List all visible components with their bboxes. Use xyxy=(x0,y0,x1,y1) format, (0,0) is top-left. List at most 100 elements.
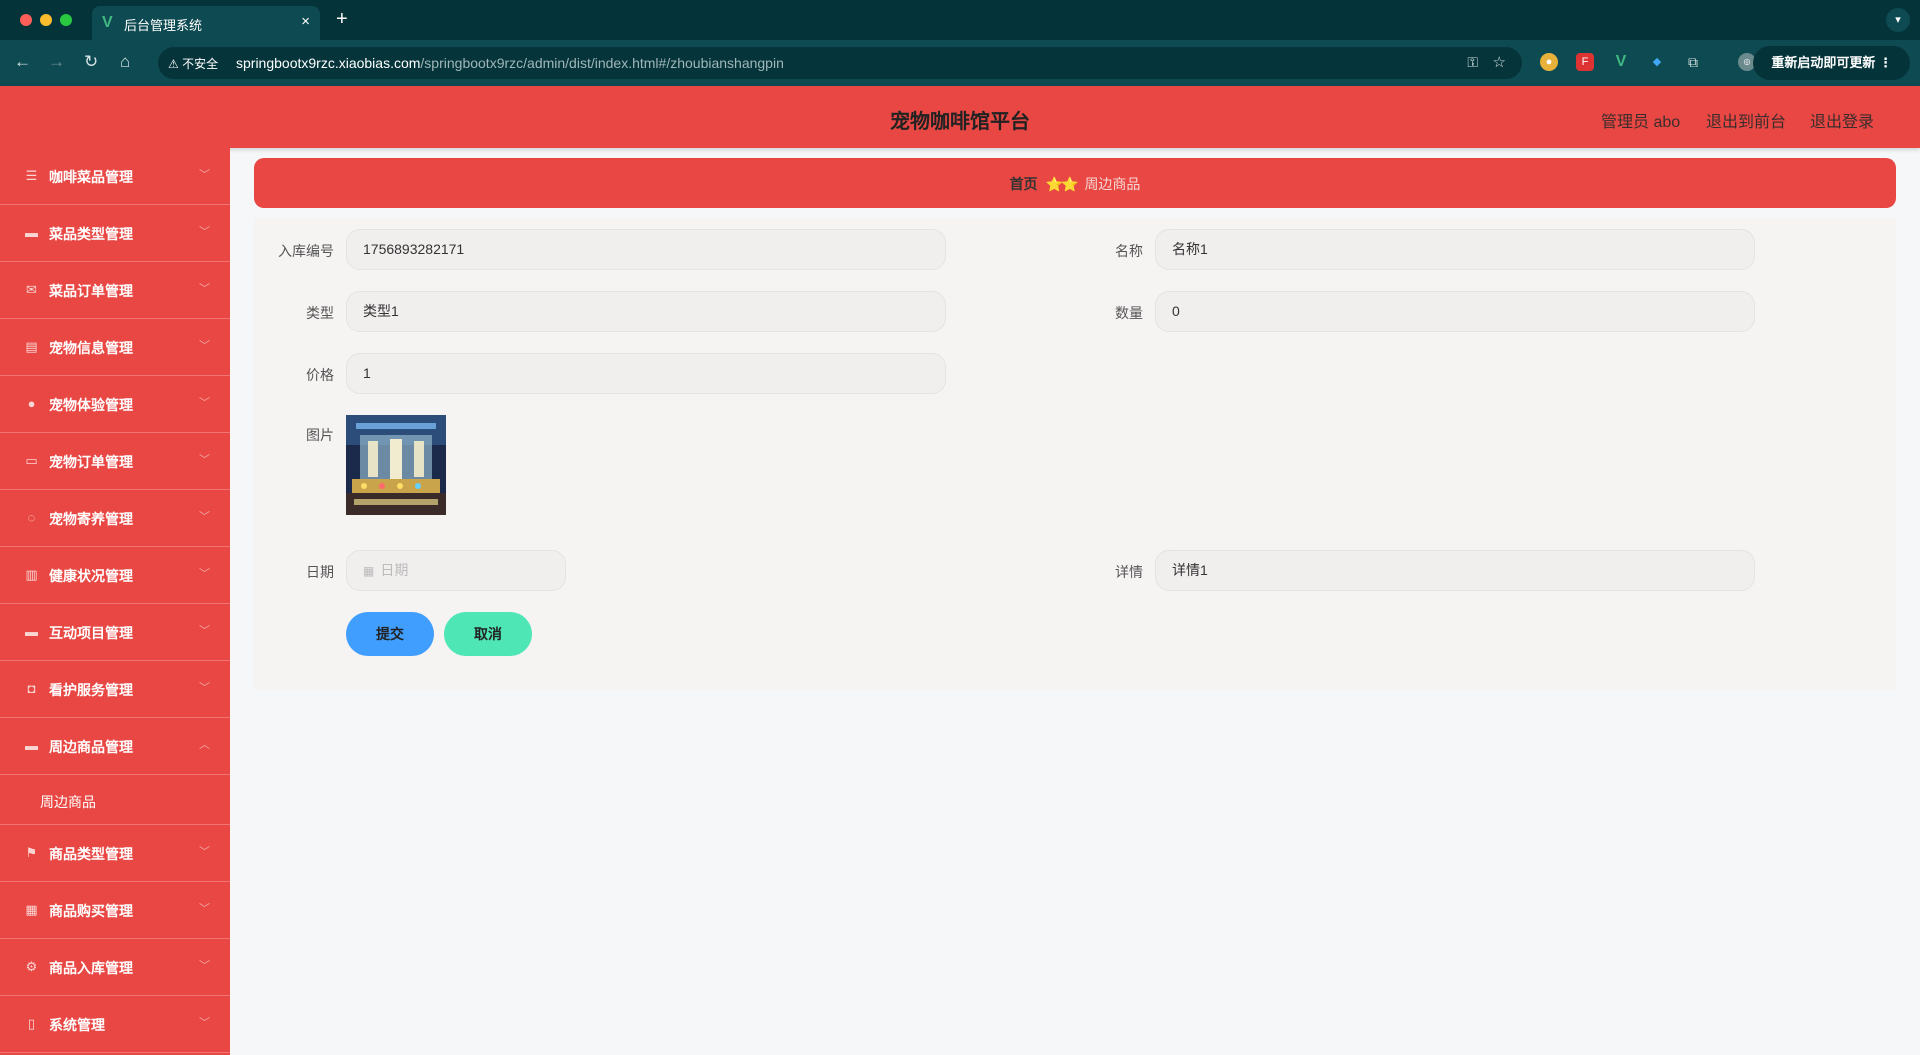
quantity-label: 数量 xyxy=(1115,305,1143,321)
sidebar-item[interactable]: ◘ 看护服务管理 ﹀ xyxy=(0,661,230,718)
ticket-icon: ▭ xyxy=(25,453,38,468)
insecure-badge[interactable]: ⚠ 不安全 xyxy=(168,55,218,72)
stock-no-label: 入库编号 xyxy=(278,243,334,259)
extension-icon-2[interactable]: F xyxy=(1576,53,1594,71)
breadcrumb-star-icon: ⭐⭐ xyxy=(1045,176,1079,192)
doc-icon: ▥ xyxy=(25,567,38,582)
url-text[interactable]: springbootx9rzc.xiaobias.com/springbootx… xyxy=(236,55,784,71)
url-path: /springbootx9rzc/admin/dist/index.html#/… xyxy=(420,55,784,71)
sidebar-item[interactable]: ✉ 菜品订单管理 ﹀ xyxy=(0,262,230,319)
sidebar-subitem[interactable]: 周边商品 xyxy=(0,775,230,825)
tab-search-icon[interactable]: ▾ xyxy=(1886,8,1910,32)
sidebar-subitem-label: 周边商品 xyxy=(40,794,96,810)
clipboard-icon: ▤ xyxy=(25,339,38,354)
sidebar-item[interactable]: ▬ 菜品类型管理 ﹀ xyxy=(0,205,230,262)
type-label: 类型 xyxy=(306,305,334,321)
submit-button[interactable]: 提交 xyxy=(346,612,434,656)
browser-tab[interactable]: V 后台管理系统 × xyxy=(92,6,320,40)
chevron-down-icon: ﹀ xyxy=(199,682,210,694)
stock-no-field[interactable]: 1756893282171 xyxy=(346,229,946,270)
tab-title: 后台管理系统 xyxy=(124,18,203,33)
sidebar-item[interactable]: ◌ 宠物寄养管理 ﹀ xyxy=(0,490,230,547)
sidebar-item[interactable]: ⚑ 商品类型管理 ﹀ xyxy=(0,825,230,882)
vue-logo-icon: V xyxy=(102,14,113,31)
sidebar-item-label: 宠物体验管理 xyxy=(49,397,133,413)
tab-close-icon[interactable]: × xyxy=(301,13,310,30)
camera-icon: ◘ xyxy=(27,681,36,696)
sidebar-item[interactable]: ⚙ 商品入库管理 ﹀ xyxy=(0,939,230,996)
chevron-down-icon: ﹀ xyxy=(199,397,210,409)
chevron-down-icon: ﹀ xyxy=(199,169,210,181)
chevron-down-icon: ﹀ xyxy=(199,846,210,858)
sidebar-item-label: 商品购买管理 xyxy=(49,903,133,919)
chevron-down-icon: ﹀ xyxy=(199,625,210,637)
sidebar-item[interactable]: ▭ 宠物订单管理 ﹀ xyxy=(0,433,230,490)
product-image[interactable] xyxy=(346,415,446,515)
chevron-down-icon: ﹀ xyxy=(199,568,210,580)
cancel-button[interactable]: 取消 xyxy=(444,612,532,656)
logout-link[interactable]: 退出登录 xyxy=(1810,108,1874,132)
breadcrumb-home[interactable]: 首页 xyxy=(1010,176,1038,192)
sidebar-item-label: 菜品订单管理 xyxy=(49,283,133,299)
browser-tab-bar: V 后台管理系统 × + ▾ xyxy=(0,0,1920,40)
calendar-icon: ▦ xyxy=(363,564,375,578)
sidebar-item[interactable]: ● 宠物体验管理 ﹀ xyxy=(0,376,230,433)
extensions-puzzle-icon[interactable]: ⧉ xyxy=(1684,53,1702,71)
key-icon[interactable]: ⚿ xyxy=(1467,54,1478,71)
power-icon: ◌ xyxy=(27,510,36,525)
box-icon: ▬ xyxy=(25,738,38,753)
forward-icon[interactable]: → xyxy=(48,52,65,72)
minimize-window-button[interactable] xyxy=(40,14,52,26)
sidebar-item[interactable]: ▦ 商品购买管理 ﹀ xyxy=(0,882,230,939)
reload-icon[interactable]: ↻ xyxy=(84,52,98,72)
sidebar-item[interactable]: ☰ 咖啡菜品管理 ﹀ xyxy=(0,148,230,205)
list-icon: ☰ xyxy=(25,168,38,183)
mail-icon: ✉ xyxy=(26,282,37,297)
image-label: 图片 xyxy=(306,427,334,443)
quantity-field[interactable]: 0 xyxy=(1155,291,1755,332)
name-field[interactable]: 名称1 xyxy=(1155,229,1755,270)
close-window-button[interactable] xyxy=(20,14,32,26)
sidebar-item-label: 菜品类型管理 xyxy=(49,226,133,242)
update-button[interactable]: 重新启动即可更新 ⋮ xyxy=(1753,46,1910,80)
home-icon[interactable]: ⌂ xyxy=(120,52,130,72)
extension-icon-1[interactable]: ● xyxy=(1540,53,1558,71)
phone-icon: ▯ xyxy=(27,1016,36,1031)
chevron-down-icon: ﹀ xyxy=(199,340,210,352)
browser-toolbar: ← → ↻ ⌂ ⚠ 不安全 springbootx9rzc.xiaobias.c… xyxy=(0,40,1920,86)
to-front-link[interactable]: 退出到前台 xyxy=(1706,108,1786,132)
flag-icon: ⚑ xyxy=(25,845,38,860)
price-field[interactable]: 1 xyxy=(346,353,946,394)
sidebar-item[interactable]: ▯ 系统管理 ﹀ xyxy=(0,996,230,1053)
user-icon: ● xyxy=(27,396,36,411)
back-icon[interactable]: ← xyxy=(14,52,31,72)
menu-dots-icon[interactable]: ⋮ xyxy=(1879,55,1892,70)
gear-icon: ⚙ xyxy=(25,959,38,974)
date-label: 日期 xyxy=(306,564,334,580)
sidebar-item-label: 健康状况管理 xyxy=(49,568,133,584)
date-picker[interactable]: ▦ 日期 xyxy=(346,550,566,591)
sidebar-item[interactable]: ▤ 宠物信息管理 ﹀ xyxy=(0,319,230,376)
monitor-icon: ▬ xyxy=(25,225,38,240)
chevron-down-icon: ﹀ xyxy=(199,1017,210,1029)
vue-devtools-icon[interactable]: V xyxy=(1612,53,1630,71)
extension-icon-4[interactable]: ◆ xyxy=(1648,53,1666,71)
sidebar-item[interactable]: ▬ 互动项目管理 ﹀ xyxy=(0,604,230,661)
detail-field[interactable]: 详情1 xyxy=(1155,550,1755,591)
type-field[interactable]: 类型1 xyxy=(346,291,946,332)
sidebar-item-label: 商品入库管理 xyxy=(49,960,133,976)
name-label: 名称 xyxy=(1115,243,1143,259)
sidebar-item[interactable]: ▥ 健康状况管理 ﹀ xyxy=(0,547,230,604)
chevron-down-icon: ﹀ xyxy=(199,226,210,238)
sidebar-item-label: 系统管理 xyxy=(49,1017,105,1033)
maximize-window-button[interactable] xyxy=(60,14,72,26)
new-tab-button[interactable]: + xyxy=(336,8,348,31)
sidebar-item[interactable]: ▬ 周边商品管理 ︿ xyxy=(0,718,230,775)
address-bar[interactable]: ⚠ 不安全 springbootx9rzc.xiaobias.com/sprin… xyxy=(158,47,1522,79)
chevron-down-icon: ﹀ xyxy=(199,454,210,466)
sidebar-item-label: 宠物信息管理 xyxy=(49,340,133,356)
chevron-down-icon: ﹀ xyxy=(199,903,210,915)
update-label: 重新启动即可更新 xyxy=(1771,55,1876,70)
bookmark-star-icon[interactable]: ☆ xyxy=(1493,53,1506,71)
breadcrumb-current: 周边商品 xyxy=(1084,176,1141,192)
